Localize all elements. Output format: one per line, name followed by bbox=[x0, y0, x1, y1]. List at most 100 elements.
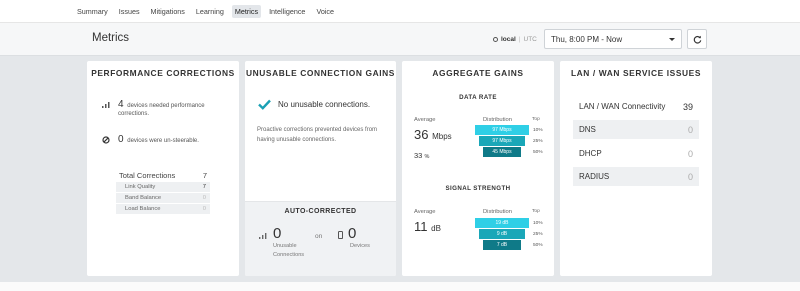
row-label: Load Balance bbox=[125, 206, 161, 212]
breakdown-row: Link Quality 7 bbox=[116, 182, 210, 192]
needed-count: 4 bbox=[118, 99, 124, 110]
unsteerable-text: devices were un-steerable. bbox=[127, 138, 199, 144]
refresh-icon bbox=[693, 35, 701, 44]
tab-learning[interactable]: Learning bbox=[193, 5, 227, 18]
tier-top-pct: 25% bbox=[533, 232, 543, 237]
lan-wan-row[interactable]: DNS 0 bbox=[573, 120, 699, 139]
connections-label: Unusable Connections bbox=[273, 243, 305, 258]
distribution-label: Distribution bbox=[483, 209, 512, 215]
signal-bars-icon bbox=[259, 233, 267, 239]
tab-issues[interactable]: Issues bbox=[116, 5, 143, 18]
row-value: 0 bbox=[687, 124, 693, 135]
lan-wan-row[interactable]: LAN / WAN Connectivity 39 bbox=[573, 97, 699, 116]
unusable-description: Proactive corrections prevented devices … bbox=[257, 127, 378, 143]
average-value: 36 bbox=[414, 127, 429, 142]
row-value: 0 bbox=[202, 206, 206, 212]
tier-top-pct: 25% bbox=[533, 139, 543, 144]
page-title: Metrics bbox=[92, 32, 130, 44]
row-label: Link Quality bbox=[125, 184, 156, 190]
radio-icon bbox=[493, 37, 498, 42]
card-title: LAN / WAN SERVICE ISSUES bbox=[570, 68, 702, 78]
row-label: Band Balance bbox=[125, 195, 162, 201]
tier-top-pct: 50% bbox=[533, 150, 543, 155]
total-corrections-row: Total Corrections 7 bbox=[116, 171, 210, 180]
lan-wan-service-issues-card: LAN / WAN SERVICE ISSUES LAN / WAN Conne… bbox=[560, 61, 712, 276]
signal-bars-icon bbox=[102, 101, 112, 110]
row-label: DNS bbox=[579, 125, 596, 134]
breakdown-row: Band Balance 0 bbox=[116, 193, 210, 203]
on-label: on bbox=[315, 233, 323, 240]
needed-corrections-row: 4 devices needed performance corrections… bbox=[102, 99, 230, 118]
card-title: AGGREGATE GAINS bbox=[432, 68, 524, 78]
signal-average: 11 dB bbox=[414, 219, 441, 234]
distribution-label: Distribution bbox=[483, 117, 512, 123]
devices-label: Devices bbox=[350, 243, 370, 249]
percent-value: 33 bbox=[414, 151, 423, 160]
performance-corrections-card: PERFORMANCE CORRECTIONS 4 devices needed… bbox=[87, 61, 239, 276]
refresh-button[interactable] bbox=[687, 29, 707, 49]
timezone-local[interactable]: local bbox=[501, 36, 516, 43]
data-rate-title: DATA RATE bbox=[459, 94, 497, 101]
unsteerable-count: 0 bbox=[118, 134, 124, 145]
data-rate-average: 36 Mbps bbox=[414, 127, 452, 142]
unusable-status: No unusable connections. bbox=[258, 99, 370, 110]
aggregate-gains-card: AGGREGATE GAINS DATA RATE Average 36 Mbp… bbox=[402, 61, 554, 276]
needed-text: devices needed performance corrections. bbox=[118, 103, 205, 117]
funnel-tier: 97 Mbps bbox=[479, 136, 525, 146]
row-value: 39 bbox=[682, 101, 693, 112]
tab-mitigations[interactable]: Mitigations bbox=[148, 5, 188, 18]
row-label: RADIUS bbox=[579, 172, 610, 181]
timezone-toggle[interactable]: local | UTC bbox=[493, 36, 537, 43]
percent-unit: % bbox=[424, 154, 430, 160]
top-label: Top bbox=[532, 117, 540, 122]
tier-top-pct: 10% bbox=[533, 221, 543, 226]
lan-wan-row[interactable]: DHCP 0 bbox=[573, 144, 699, 163]
top-nav: Summary Issues Mitigations Learning Metr… bbox=[0, 0, 800, 22]
timezone-separator: | bbox=[518, 36, 521, 43]
devices-block: 0 Devices bbox=[338, 225, 370, 251]
average-value: 11 bbox=[414, 219, 428, 234]
devices-value: 0 bbox=[348, 225, 357, 242]
tab-summary[interactable]: Summary bbox=[74, 5, 111, 18]
unusable-connection-gains-card: UNUSABLE CONNECTION GAINS No unusable co… bbox=[245, 61, 396, 276]
row-value: 0 bbox=[687, 148, 693, 159]
corrections-breakdown: Total Corrections 7 Link Quality 7 Band B… bbox=[116, 171, 210, 215]
caret-down-icon bbox=[669, 38, 675, 41]
timezone-utc[interactable]: UTC bbox=[524, 36, 537, 43]
auto-corrected-panel: AUTO-CORRECTED 0 Unusable Connections on… bbox=[245, 201, 396, 276]
top-label: Top bbox=[532, 209, 540, 214]
checkmark-icon bbox=[258, 99, 271, 110]
page-footer-strip bbox=[0, 282, 800, 291]
row-value: 0 bbox=[687, 171, 693, 182]
funnel-tier: 19 dB bbox=[475, 218, 529, 228]
tab-metrics[interactable]: Metrics bbox=[231, 4, 262, 18]
average-unit: Mbps bbox=[432, 132, 452, 141]
auto-corrected-title: AUTO-CORRECTED bbox=[284, 208, 357, 215]
tab-voice[interactable]: Voice bbox=[313, 5, 337, 18]
total-label: Total Corrections bbox=[119, 171, 176, 180]
average-unit: dB bbox=[431, 224, 441, 233]
row-value: 7 bbox=[202, 184, 206, 190]
unsteerable-row: 0 devices were un-steerable. bbox=[102, 134, 230, 146]
time-range-select[interactable]: Thu, 8:00 PM - Now bbox=[544, 29, 682, 49]
average-label: Average bbox=[414, 209, 436, 215]
connections-value: 0 bbox=[273, 225, 282, 242]
lan-wan-row[interactable]: RADIUS 0 bbox=[573, 167, 699, 186]
row-label: LAN / WAN Connectivity bbox=[579, 102, 666, 111]
device-icon bbox=[338, 231, 343, 239]
connections-block: 0 Unusable Connections bbox=[259, 225, 313, 260]
tab-intelligence[interactable]: Intelligence bbox=[266, 5, 308, 18]
funnel-tier: 45 Mbps bbox=[483, 147, 521, 157]
card-title: UNUSABLE CONNECTION GAINS bbox=[245, 68, 395, 78]
card-title: PERFORMANCE CORRECTIONS bbox=[91, 68, 235, 78]
total-value: 7 bbox=[202, 171, 207, 180]
row-value: 0 bbox=[202, 195, 206, 201]
signal-strength-title: SIGNAL STRENGTH bbox=[445, 185, 511, 192]
funnel-tier: 7 dB bbox=[483, 240, 521, 250]
breakdown-row: Load Balance 0 bbox=[116, 204, 210, 214]
data-rate-percent: 33 % bbox=[414, 151, 429, 160]
average-label: Average bbox=[414, 117, 436, 123]
funnel-tier: 97 Mbps bbox=[475, 125, 529, 135]
tier-top-pct: 50% bbox=[533, 243, 543, 248]
tier-top-pct: 10% bbox=[533, 128, 543, 133]
